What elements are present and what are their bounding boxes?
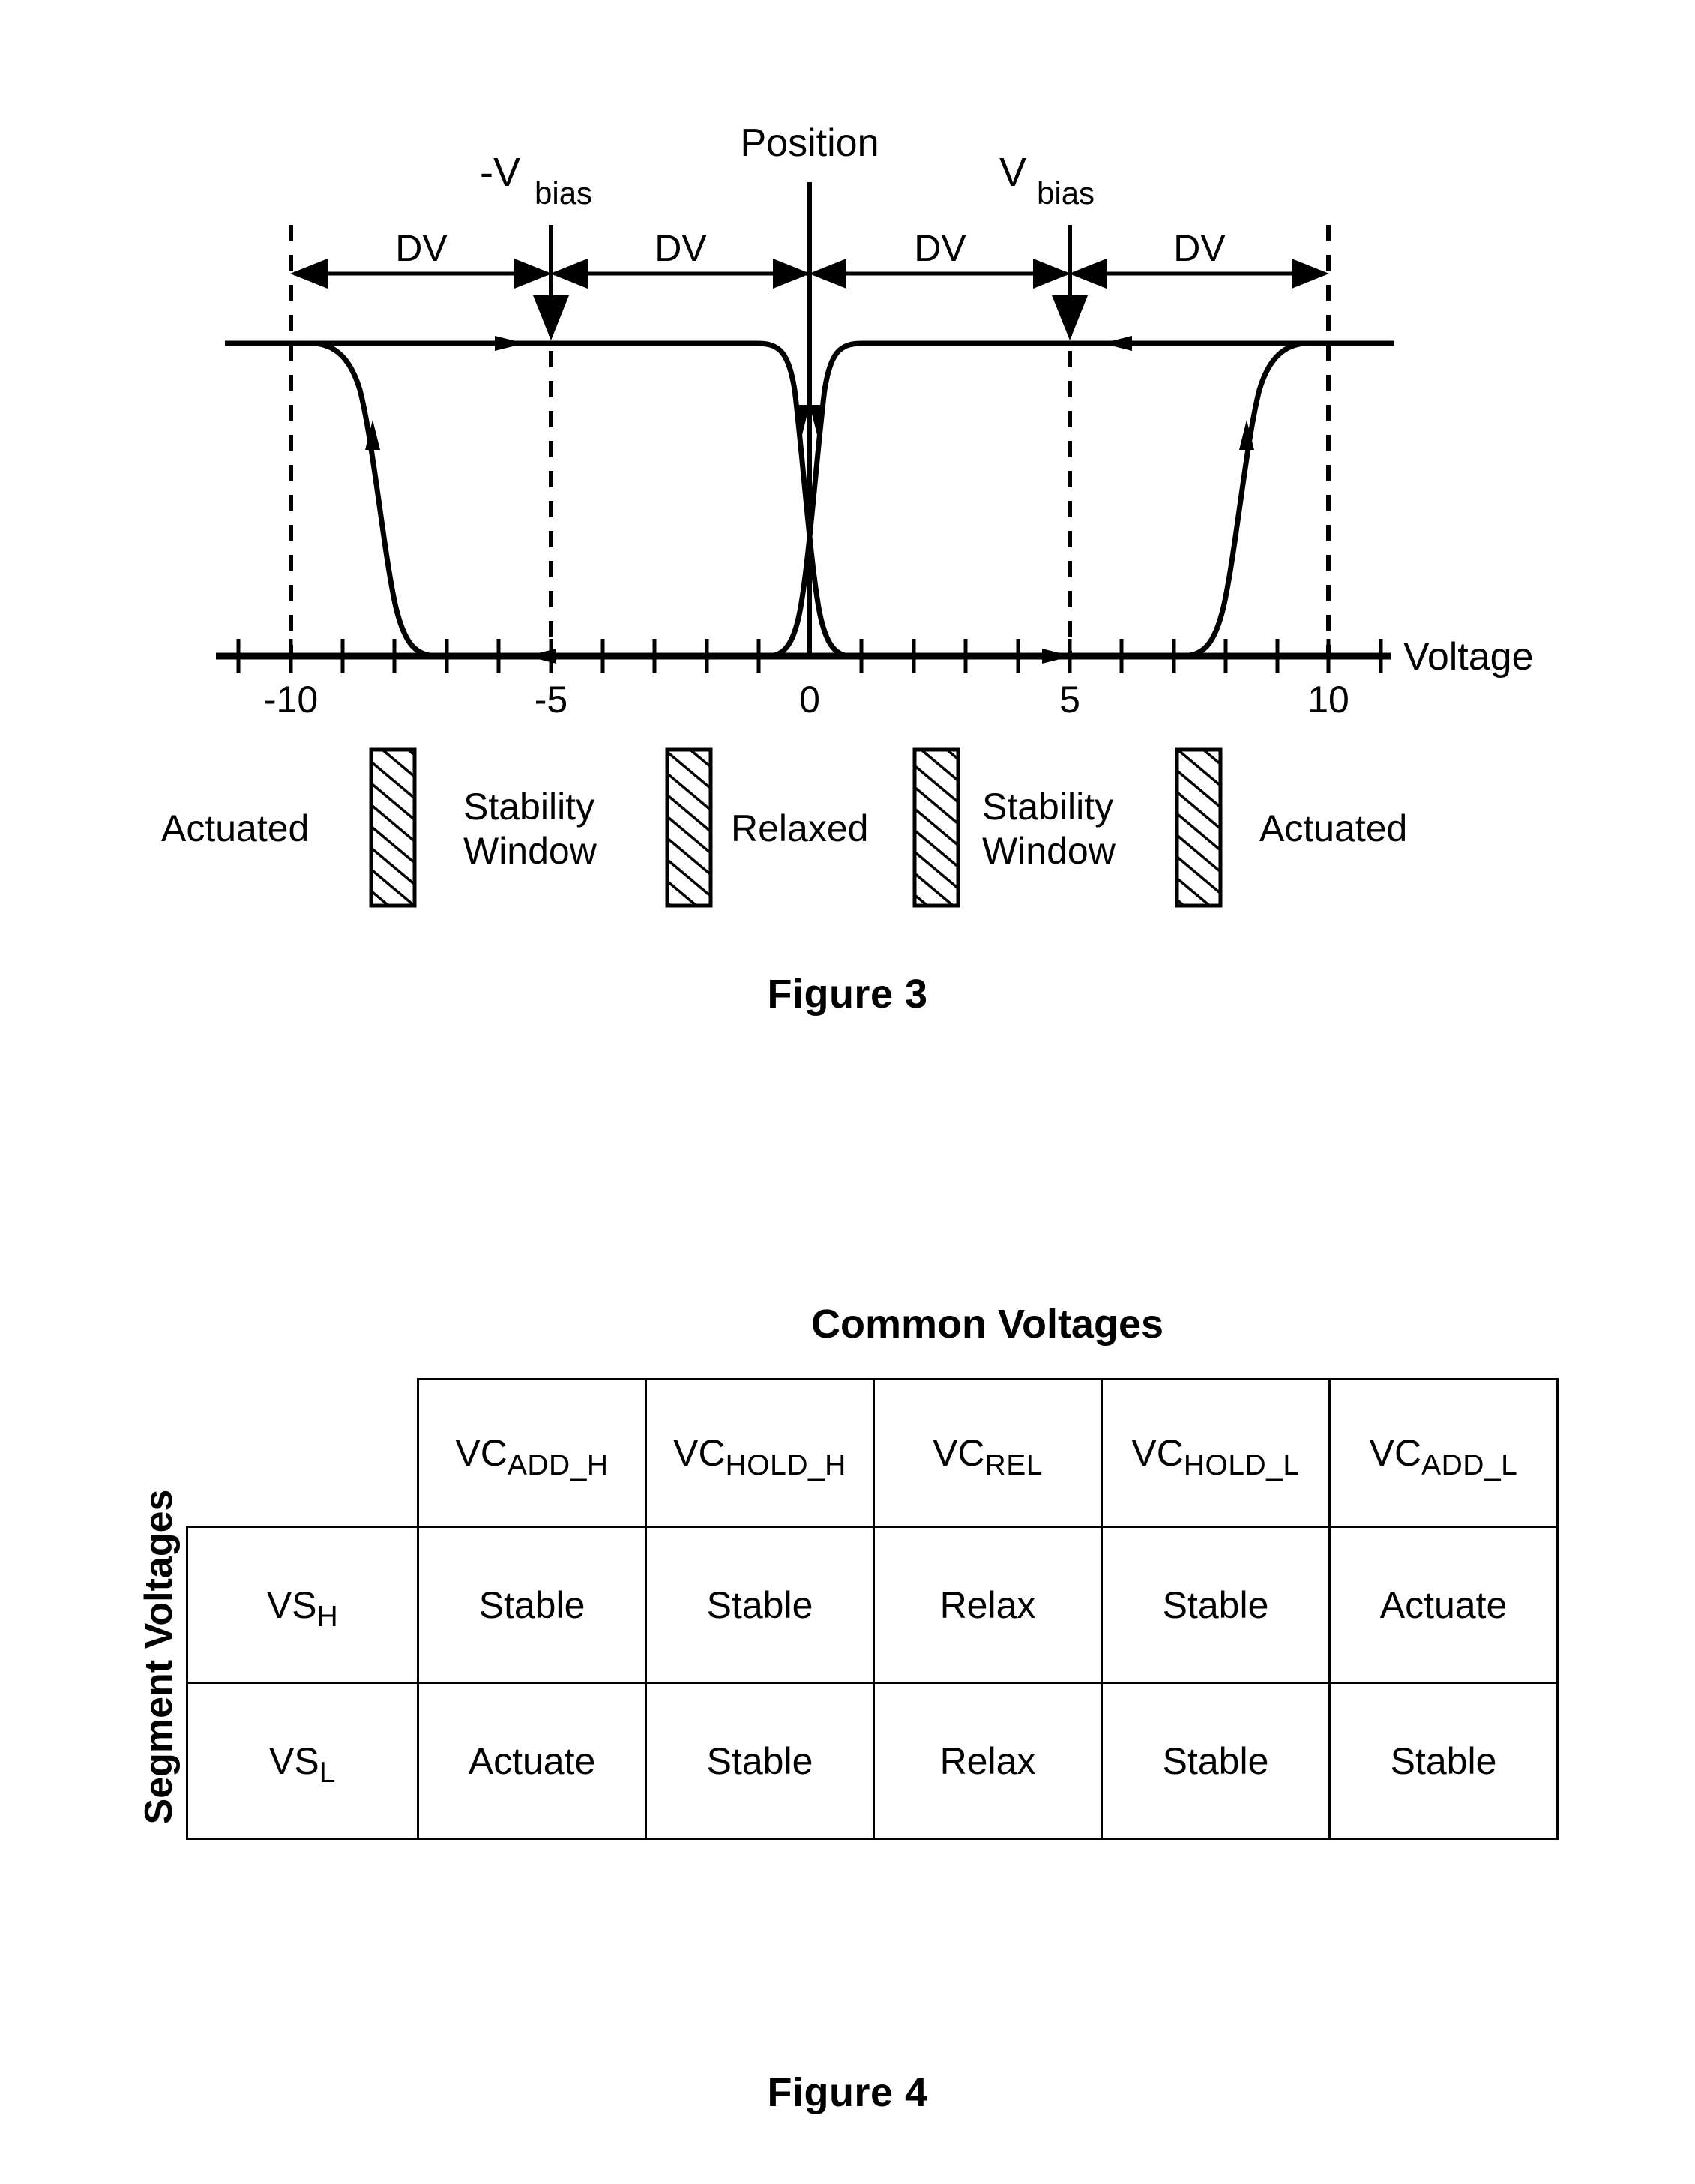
column-header-sub: HOLD_H [725, 1449, 846, 1481]
column-header-sub: ADD_H [507, 1449, 609, 1481]
column-header-main: VC [673, 1432, 726, 1474]
column-header-main: VC [455, 1432, 508, 1474]
table-row: VSH Stable Stable Relax Stable Actuate [186, 1526, 1559, 1684]
table-header-row: VCADD_H VCHOLD_H VCREL VCHOLD_L VCADD_L [187, 1378, 1559, 1528]
voltage-state-table: VCADD_H VCHOLD_H VCREL VCHOLD_L VCADD_L [186, 1378, 1559, 1840]
column-header-vc-add-h: VCADD_H [417, 1378, 647, 1528]
patent-figure-page: Position -V bias V bias DV DV DV DV Volt… [0, 0, 1695, 2184]
column-header-vc-rel: VCREL [873, 1378, 1103, 1528]
column-header-main: VC [933, 1432, 985, 1474]
cell-vsh-vcrel: Relax [873, 1526, 1103, 1684]
cell-vsh-vcaddl: Actuate [1328, 1526, 1559, 1684]
column-header-main: VC [1369, 1432, 1422, 1474]
column-header-sub: ADD_L [1421, 1449, 1518, 1481]
common-voltages-title: Common Voltages [810, 1302, 1164, 1347]
column-header-main: VC [1131, 1432, 1184, 1474]
row-header-vs-l: VSL [186, 1682, 419, 1840]
row-header-main: VS [269, 1739, 319, 1782]
column-header-sub: REL [984, 1449, 1043, 1481]
row-header-sub: L [319, 1757, 336, 1790]
cell-vsh-vcaddh: Stable [417, 1526, 647, 1684]
table-row: VSL Actuate Stable Relax Stable Stable [186, 1682, 1559, 1840]
column-header-sub: HOLD_L [1183, 1449, 1300, 1481]
column-header-vc-hold-l: VCHOLD_L [1101, 1378, 1331, 1528]
row-header-main: VS [266, 1583, 317, 1626]
table-corner-cell [187, 1379, 419, 1528]
cell-vsl-vcaddl: Stable [1328, 1682, 1559, 1840]
column-header-vc-add-l: VCADD_L [1328, 1378, 1559, 1528]
figure-4-caption: Figure 4 [767, 2070, 928, 2115]
cell-vsh-vcholdl: Stable [1101, 1526, 1331, 1684]
cell-vsl-vcholdh: Stable [645, 1682, 875, 1840]
column-header-vc-hold-h: VCHOLD_H [645, 1378, 875, 1528]
cell-vsl-vcholdl: Stable [1101, 1682, 1331, 1840]
figure-4: Common Voltages Segment Voltages VCADD_H [0, 0, 1695, 2184]
segment-voltages-title: Segment Voltages [137, 1489, 181, 1825]
cell-vsl-vcaddh: Actuate [417, 1682, 647, 1840]
row-header-vs-h: VSH [186, 1526, 419, 1684]
cell-vsh-vcholdh: Stable [645, 1526, 875, 1684]
cell-vsl-vcrel: Relax [873, 1682, 1103, 1840]
row-header-sub: H [316, 1601, 339, 1634]
